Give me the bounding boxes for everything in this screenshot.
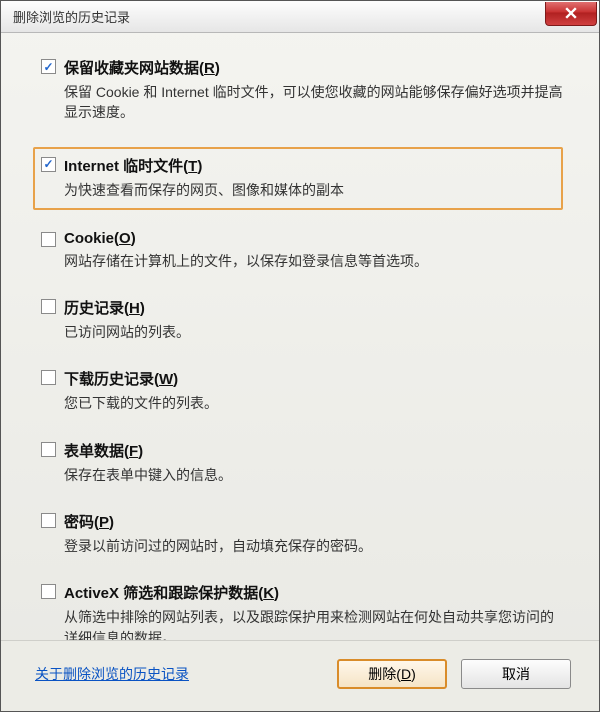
close-icon (565, 7, 577, 19)
checkbox-password[interactable] (41, 513, 56, 528)
checkbox-history[interactable] (41, 299, 56, 314)
option-title-favorites: 保留收藏夹网站数据(R) (64, 57, 220, 78)
option-head: 表单数据(F) (41, 440, 567, 461)
option-desc-download: 您已下载的文件的列表。 (64, 393, 567, 413)
option-desc-cookie: 网站存储在计算机上的文件，以保存如登录信息等首选项。 (64, 251, 567, 271)
dialog-content: 保留收藏夹网站数据(R) 保留 Cookie 和 Internet 临时文件，可… (1, 33, 599, 640)
option-head: Internet 临时文件(T) (41, 155, 555, 176)
button-group: 删除(D) 取消 (337, 659, 571, 689)
option-favorites: 保留收藏夹网站数据(R) 保留 Cookie 和 Internet 临时文件，可… (39, 55, 569, 127)
option-head: 密码(P) (41, 511, 567, 532)
checkbox-download[interactable] (41, 370, 56, 385)
option-tempfiles: Internet 临时文件(T) 为快速查看而保存的网页、图像和媒体的副本 (33, 147, 563, 210)
option-activex: ActiveX 筛选和跟踪保护数据(K) 从筛选中排除的网站列表，以及跟踪保护用… (39, 580, 569, 640)
option-title-activex: ActiveX 筛选和跟踪保护数据(K) (64, 582, 279, 603)
option-title-password: 密码(P) (64, 511, 114, 532)
checkbox-cookie[interactable] (41, 232, 56, 247)
option-head: ActiveX 筛选和跟踪保护数据(K) (41, 582, 567, 603)
option-history: 历史记录(H) 已访问网站的列表。 (39, 295, 569, 346)
dialog-footer: 关于删除浏览的历史记录 删除(D) 取消 (1, 640, 599, 711)
option-desc-history: 已访问网站的列表。 (64, 322, 567, 342)
checkbox-formdata[interactable] (41, 442, 56, 457)
option-download: 下载历史记录(W) 您已下载的文件的列表。 (39, 366, 569, 417)
option-title-cookie: Cookie(O) (64, 230, 136, 247)
option-desc-formdata: 保存在表单中键入的信息。 (64, 465, 567, 485)
checkbox-favorites[interactable] (41, 59, 56, 74)
option-title-history: 历史记录(H) (64, 297, 145, 318)
option-desc-password: 登录以前访问过的网站时，自动填充保存的密码。 (64, 536, 567, 556)
option-title-download: 下载历史记录(W) (64, 368, 178, 389)
cancel-button[interactable]: 取消 (461, 659, 571, 689)
titlebar: 删除浏览的历史记录 (1, 1, 599, 33)
option-head: Cookie(O) (41, 230, 567, 247)
option-formdata: 表单数据(F) 保存在表单中键入的信息。 (39, 438, 569, 489)
option-title-formdata: 表单数据(F) (64, 440, 143, 461)
close-button[interactable] (545, 2, 597, 26)
delete-button[interactable]: 删除(D) (337, 659, 447, 689)
option-head: 下载历史记录(W) (41, 368, 567, 389)
option-desc-activex: 从筛选中排除的网站列表，以及跟踪保护用来检测网站在何处自动共享您访问的详细信息的… (64, 607, 567, 640)
option-desc-favorites: 保留 Cookie 和 Internet 临时文件，可以使您收藏的网站能够保存偏… (64, 82, 567, 123)
help-link[interactable]: 关于删除浏览的历史记录 (35, 664, 189, 684)
checkbox-activex[interactable] (41, 584, 56, 599)
checkbox-tempfiles[interactable] (41, 157, 56, 172)
option-password: 密码(P) 登录以前访问过的网站时，自动填充保存的密码。 (39, 509, 569, 560)
option-desc-tempfiles: 为快速查看而保存的网页、图像和媒体的副本 (64, 180, 555, 200)
option-cookie: Cookie(O) 网站存储在计算机上的文件，以保存如登录信息等首选项。 (39, 228, 569, 275)
window-title: 删除浏览的历史记录 (13, 7, 130, 26)
option-head: 保留收藏夹网站数据(R) (41, 57, 567, 78)
dialog-window: 删除浏览的历史记录 保留收藏夹网站数据(R) 保留 Cookie 和 Inter… (0, 0, 600, 712)
option-head: 历史记录(H) (41, 297, 567, 318)
option-title-tempfiles: Internet 临时文件(T) (64, 155, 202, 176)
